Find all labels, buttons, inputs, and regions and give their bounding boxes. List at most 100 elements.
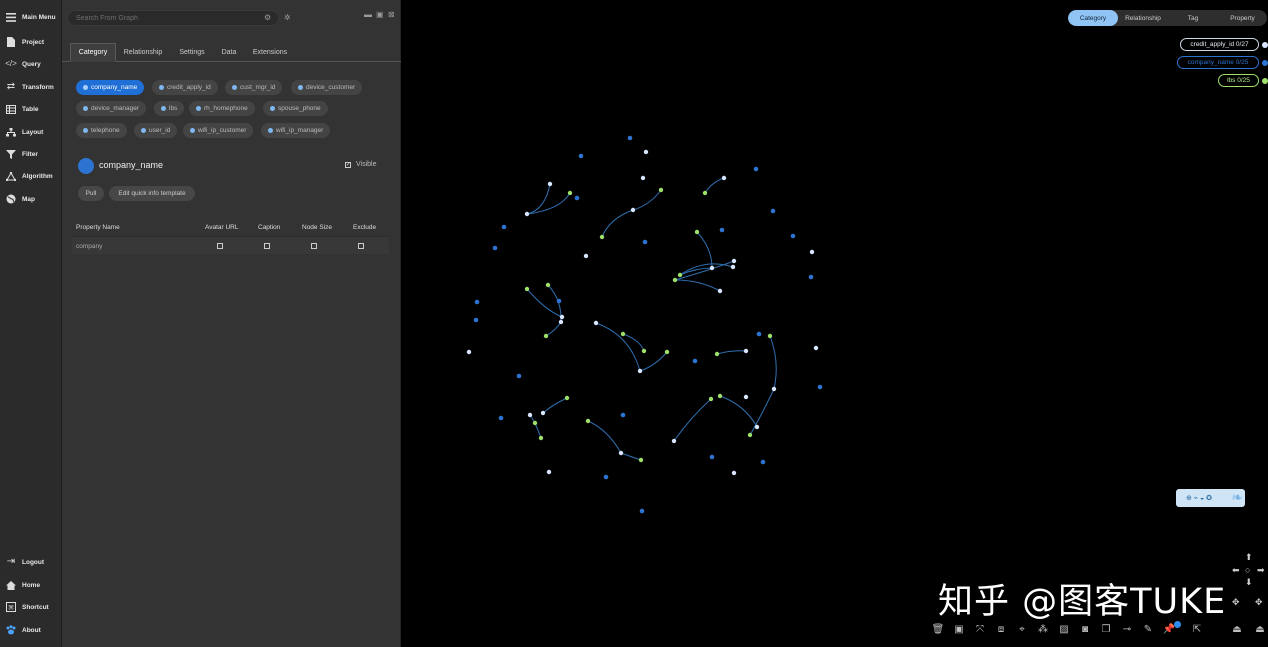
- graph-canvas[interactable]: [402, 0, 1268, 647]
- graph-node[interactable]: [756, 331, 762, 337]
- graph-node[interactable]: [618, 450, 624, 456]
- graph-node[interactable]: [721, 175, 727, 181]
- graph-node[interactable]: [585, 418, 591, 424]
- category-chip[interactable]: telephone: [76, 123, 127, 138]
- category-chip[interactable]: lbs: [154, 101, 185, 116]
- graph-edge[interactable]: [601, 209, 634, 238]
- graph-node[interactable]: [643, 149, 649, 155]
- graph-node[interactable]: [603, 474, 609, 480]
- graph-node[interactable]: [546, 469, 552, 475]
- node-size-checkbox[interactable]: [311, 243, 317, 249]
- edit-quick-info-button[interactable]: Edit quick info template: [109, 186, 195, 201]
- graph-node[interactable]: [808, 274, 814, 280]
- avatar-url-checkbox[interactable]: [217, 243, 223, 249]
- graph-node[interactable]: [692, 358, 698, 364]
- nav-layout[interactable]: Layout: [0, 122, 62, 142]
- nav-filter[interactable]: Filter: [0, 144, 62, 164]
- graph-node[interactable]: [747, 432, 753, 438]
- lamp-icon[interactable]: ⏏: [1230, 622, 1244, 636]
- caption-checkbox[interactable]: [264, 243, 270, 249]
- graph-node[interactable]: [754, 424, 760, 430]
- graph-edge[interactable]: [674, 260, 735, 281]
- graph-node[interactable]: [466, 349, 472, 355]
- graph-edge[interactable]: [719, 395, 758, 428]
- graph-node[interactable]: [564, 395, 570, 401]
- category-chip[interactable]: wifi_ip_customer: [183, 123, 254, 138]
- graph-node[interactable]: [640, 175, 646, 181]
- pan-right-icon[interactable]: ➡: [1257, 565, 1265, 576]
- graph-node[interactable]: [641, 348, 647, 354]
- category-chip[interactable]: credit_apply_id: [152, 80, 218, 95]
- graph-edge[interactable]: [620, 452, 642, 461]
- graph-edge[interactable]: [749, 388, 775, 436]
- graph-node[interactable]: [709, 454, 715, 460]
- graph-node[interactable]: [708, 396, 714, 402]
- target-icon[interactable]: ⌖: [1015, 622, 1029, 636]
- graph-node[interactable]: [771, 386, 777, 392]
- pan-left-icon[interactable]: ⬅: [1232, 565, 1240, 576]
- graph-node[interactable]: [642, 239, 648, 245]
- graph-node[interactable]: [658, 187, 664, 193]
- graph-node[interactable]: [630, 207, 636, 213]
- camera-icon[interactable]: ◙: [1078, 622, 1092, 636]
- graph-edge[interactable]: [704, 177, 725, 194]
- graph-node[interactable]: [524, 286, 530, 292]
- graph-node[interactable]: [743, 348, 749, 354]
- graph-edge[interactable]: [542, 397, 568, 414]
- graph-node[interactable]: [637, 368, 643, 374]
- graph-node[interactable]: [760, 459, 766, 465]
- legend-company-name[interactable]: company_name 0/25: [1177, 56, 1259, 69]
- graph-node[interactable]: [583, 253, 589, 259]
- graph-node[interactable]: [639, 508, 645, 514]
- graph-node[interactable]: [664, 349, 670, 355]
- graph-node[interactable]: [677, 272, 683, 278]
- graph-edge[interactable]: [716, 350, 747, 355]
- graph-node[interactable]: [501, 224, 507, 230]
- graph-node[interactable]: [638, 457, 644, 463]
- minimize-icon[interactable]: ▬: [364, 10, 372, 20]
- segment-relationship[interactable]: Relationship: [1118, 10, 1168, 26]
- frame-icon[interactable]: ⧈: [994, 622, 1008, 636]
- graph-node[interactable]: [702, 190, 708, 196]
- visible-toggle[interactable]: ✓ Visible: [345, 161, 377, 168]
- graph-edge[interactable]: [526, 192, 571, 215]
- legend-lbs[interactable]: lbs 0/25: [1218, 74, 1259, 87]
- nav-table[interactable]: Table: [0, 99, 62, 119]
- category-chip[interactable]: device_manager: [76, 101, 147, 116]
- graph-node[interactable]: [731, 470, 737, 476]
- graph-edge[interactable]: [595, 322, 641, 372]
- graph-node[interactable]: [473, 317, 479, 323]
- category-chip[interactable]: user_id: [134, 123, 178, 138]
- graph-edge[interactable]: [696, 231, 713, 269]
- nav-about[interactable]: About: [0, 620, 62, 640]
- maximize-icon[interactable]: ▣: [376, 10, 384, 20]
- tab-extensions[interactable]: Extensions: [248, 43, 292, 62]
- graph-node[interactable]: [593, 320, 599, 326]
- select-icon[interactable]: ▣: [952, 622, 966, 636]
- graph-node[interactable]: [627, 135, 633, 141]
- graph-node[interactable]: [474, 299, 480, 305]
- fullscreen-icon[interactable]: ⏏: [1253, 622, 1267, 636]
- segment-property[interactable]: Property: [1218, 10, 1267, 26]
- graph-node[interactable]: [547, 181, 553, 187]
- graph-edge[interactable]: [587, 420, 622, 454]
- category-chip[interactable]: device_customer: [291, 80, 363, 95]
- graph-node[interactable]: [672, 277, 678, 283]
- delete-icon[interactable]: 🗑: [931, 622, 945, 636]
- tab-category[interactable]: Category: [70, 43, 116, 62]
- graph-edge[interactable]: [674, 279, 721, 292]
- image-icon[interactable]: ▨: [1057, 622, 1071, 636]
- graph-node[interactable]: [599, 234, 605, 240]
- nav-algorithm[interactable]: Algorithm: [0, 166, 62, 186]
- graph-edge[interactable]: [547, 284, 562, 323]
- search-input[interactable]: [67, 10, 279, 26]
- graph-node[interactable]: [620, 412, 626, 418]
- gear-icon[interactable]: ⚙: [264, 13, 271, 23]
- nav-transform[interactable]: ⇄ Transform: [0, 77, 62, 97]
- pull-button[interactable]: Pull: [78, 186, 104, 201]
- category-chip[interactable]: cust_mgr_id: [225, 80, 283, 95]
- graph-node[interactable]: [620, 331, 626, 337]
- tab-relationship[interactable]: Relationship: [118, 43, 168, 62]
- segment-tag[interactable]: Tag: [1168, 10, 1218, 26]
- nav-main-menu[interactable]: Main Menu: [0, 7, 62, 27]
